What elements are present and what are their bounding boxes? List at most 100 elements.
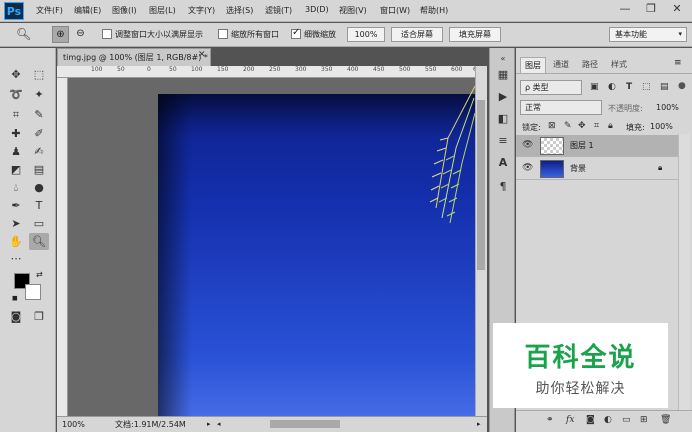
zoom-in-icon[interactable]: ⊕ [52, 26, 69, 43]
tab-styles[interactable]: 样式 [607, 57, 631, 73]
adjustment-filter-icon[interactable]: ◐ [608, 82, 616, 92]
eyedropper-tool-icon[interactable]: ✎ [29, 106, 49, 123]
shape-filter-icon[interactable]: ⬚ [642, 82, 651, 92]
vertical-scroll-thumb[interactable] [477, 100, 485, 270]
menu-image[interactable]: 图像(I) [112, 5, 137, 16]
paragraph-panel-icon[interactable]: ¶ [496, 180, 510, 194]
tab-paths[interactable]: 路径 [578, 57, 602, 73]
marquee-tool-icon[interactable]: ⬚ [29, 66, 49, 83]
blend-mode-select[interactable]: 正常 [520, 100, 602, 115]
panel-menu-icon[interactable]: ≡ [674, 58, 682, 68]
adjustments-panel-icon[interactable]: ◧ [496, 112, 510, 126]
layer-row[interactable]: 👁︎ 图层 1 [516, 135, 678, 157]
layer-name[interactable]: 背景 [570, 163, 586, 174]
type-tool-icon[interactable]: T [29, 197, 49, 214]
layer-filter-select[interactable]: ρ 类型 [520, 80, 582, 95]
close-document-icon[interactable]: ✕ [198, 50, 206, 60]
scroll-left-icon[interactable]: ◂ [217, 417, 221, 432]
lock-position-icon[interactable]: ✥ [578, 121, 586, 131]
default-colors-icon[interactable]: ◼ [12, 294, 18, 302]
properties-panel-icon[interactable]: ≡ [496, 134, 510, 148]
quick-mask-icon[interactable]: ◙ [6, 308, 26, 325]
move-tool-icon[interactable]: ✥ [6, 66, 26, 83]
visibility-eye-icon[interactable]: 👁︎ [522, 163, 533, 173]
smart-object-filter-icon[interactable]: ▤ [660, 82, 669, 92]
healing-brush-tool-icon[interactable]: ✚ [6, 125, 26, 142]
scrubby-zoom-checkbox[interactable] [291, 27, 301, 39]
brush-tool-icon[interactable]: ✐ [29, 125, 49, 142]
zoom-out-icon[interactable]: ⊖ [72, 26, 89, 43]
link-layers-icon[interactable]: ⚭ [546, 415, 554, 425]
history-panel-icon[interactable]: ▦ [496, 68, 510, 82]
fill-screen-button[interactable]: 填充屏幕 [449, 27, 501, 42]
restore-button[interactable]: ❐ [638, 0, 664, 18]
pixel-filter-icon[interactable]: ▣ [590, 82, 599, 92]
fit-screen-button[interactable]: 适合屏幕 [391, 27, 443, 42]
opacity-value[interactable]: 100% [656, 103, 679, 112]
horizontal-scroll-thumb[interactable] [270, 420, 340, 428]
canvas-area[interactable] [68, 78, 475, 416]
visibility-eye-icon[interactable]: 👁︎ [522, 140, 533, 150]
tab-layers[interactable]: 图层 [520, 57, 546, 73]
zoom-all-windows-checkbox[interactable] [218, 29, 228, 39]
minimize-button[interactable]: — [612, 0, 638, 18]
menu-edit[interactable]: 编辑(E) [74, 5, 101, 16]
lock-image-icon[interactable]: ✎ [564, 121, 572, 131]
eraser-tool-icon[interactable]: ◩ [6, 161, 26, 178]
layer-style-icon[interactable]: fx [566, 415, 574, 425]
background-color-swatch[interactable] [25, 284, 41, 300]
gradient-tool-icon[interactable]: ▤ [29, 161, 49, 178]
delete-layer-icon[interactable]: 🗑︎ [660, 415, 671, 425]
workspace-select[interactable]: 基本功能 ▾ [609, 27, 687, 42]
character-panel-icon[interactable]: A [496, 156, 510, 170]
lasso-tool-icon[interactable]: ➰ [6, 86, 26, 103]
zoom-100-button[interactable]: 100% [347, 27, 385, 42]
document-tab[interactable]: timg.jpg @ 100% (图层 1, RGB/8#) * [57, 48, 211, 66]
history-brush-tool-icon[interactable]: ✍ [29, 143, 49, 160]
resize-windows-checkbox[interactable] [102, 29, 112, 39]
clone-stamp-tool-icon[interactable]: ♟ [6, 143, 26, 160]
close-window-button[interactable]: ✕ [664, 0, 690, 18]
zoom-tool-preset-icon[interactable]: 🔍︎ [16, 27, 31, 41]
screen-mode-icon[interactable]: ❐ [29, 308, 49, 325]
menu-window[interactable]: 窗口(W) [380, 5, 410, 16]
layers-scrollbar[interactable] [678, 134, 690, 414]
pen-tool-icon[interactable]: ✒ [6, 197, 26, 214]
magic-wand-tool-icon[interactable]: ✦ [29, 86, 49, 103]
crop-tool-icon[interactable]: ⌗ [6, 106, 26, 123]
scroll-right-icon[interactable]: ▸ [477, 417, 481, 432]
type-filter-icon[interactable]: T [626, 82, 632, 92]
zoom-level[interactable]: 100% [62, 417, 85, 432]
add-mask-icon[interactable]: ◙ [586, 415, 595, 425]
menu-help[interactable]: 帮助(H) [420, 5, 448, 16]
adjustment-layer-icon[interactable]: ◐ [604, 415, 612, 425]
more-tools-icon[interactable]: ⋯ [6, 250, 26, 267]
menu-filter[interactable]: 滤镜(T) [265, 5, 292, 16]
shape-tool-icon[interactable]: ▭ [29, 215, 49, 232]
lock-transparent-icon[interactable]: ⊠ [548, 121, 556, 131]
new-group-icon[interactable]: ▭ [622, 415, 631, 425]
fill-value[interactable]: 100% [650, 122, 673, 131]
menu-file[interactable]: 文件(F) [36, 5, 63, 16]
lock-all-icon[interactable]: 🔒︎ [608, 121, 613, 131]
layer-name[interactable]: 图层 1 [570, 140, 594, 151]
layer-row[interactable]: 👁︎ 背景 🔒︎ [516, 158, 678, 180]
dodge-tool-icon[interactable]: ● [29, 179, 49, 196]
expand-panels-icon[interactable]: « [496, 52, 510, 66]
menu-select[interactable]: 选择(S) [226, 5, 253, 16]
lock-artboard-icon[interactable]: ⌗ [594, 121, 599, 131]
zoom-tool-icon[interactable]: 🔍︎ [29, 233, 49, 250]
menu-type[interactable]: 文字(Y) [188, 5, 215, 16]
filter-toggle-icon[interactable]: ● [678, 81, 686, 91]
menu-layer[interactable]: 图层(L) [149, 5, 176, 16]
path-selection-tool-icon[interactable]: ➤ [6, 215, 26, 232]
new-layer-icon[interactable]: ⊞ [640, 415, 648, 425]
actions-panel-icon[interactable]: ▶ [496, 90, 510, 104]
status-arrow-icon[interactable]: ▸ [207, 417, 211, 432]
hand-tool-icon[interactable]: ✋ [6, 233, 26, 250]
swap-colors-icon[interactable]: ⇄ [36, 270, 43, 279]
tab-channels[interactable]: 通道 [549, 57, 573, 73]
menu-3d[interactable]: 3D(D) [305, 5, 329, 14]
blur-tool-icon[interactable]: 💧︎ [6, 179, 26, 196]
menu-view[interactable]: 视图(V) [339, 5, 367, 16]
